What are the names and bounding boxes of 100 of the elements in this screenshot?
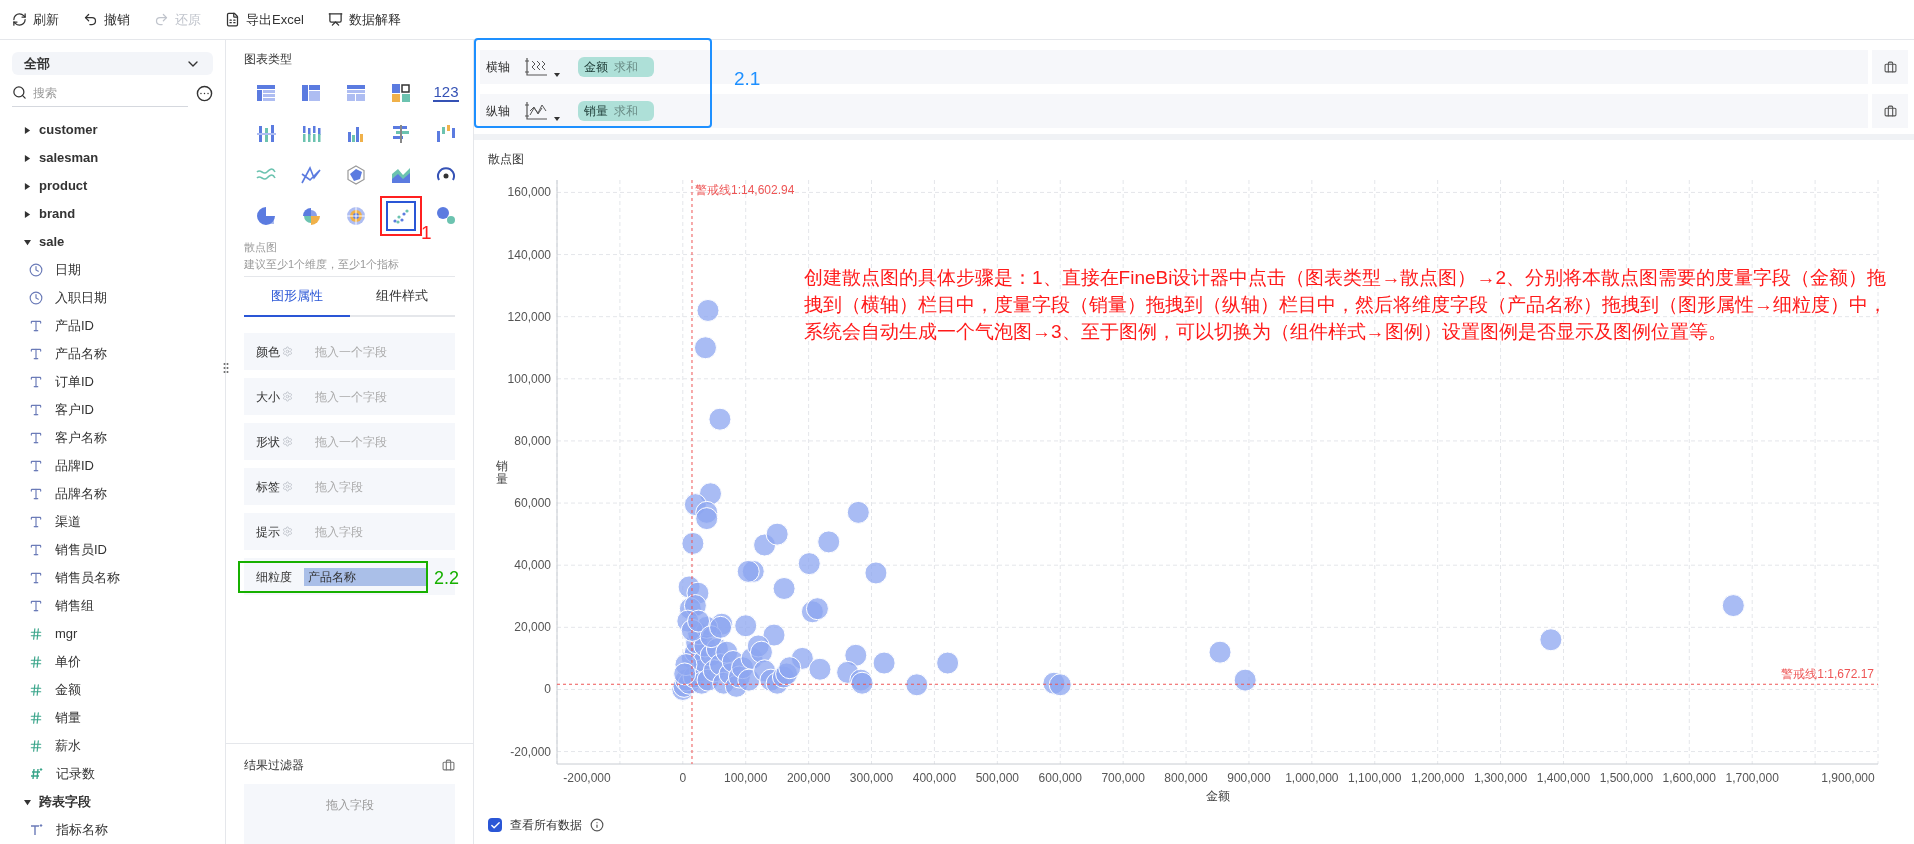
field-chip[interactable]: 销量 求和 — [578, 101, 654, 121]
x-tick-label: 1,900,000 — [1821, 771, 1875, 785]
caret-icon[interactable] — [554, 73, 560, 77]
chart-type-button[interactable] — [380, 195, 422, 236]
field-item[interactable]: 产品ID — [0, 312, 225, 340]
property-drop-zone[interactable]: 大小 拖入一个字段 — [244, 378, 455, 415]
drop-placeholder: 拖入一个字段 — [315, 343, 387, 361]
horizontal-axis-icon[interactable] — [524, 57, 550, 77]
scope-dropdown[interactable]: 全部 — [12, 52, 213, 75]
data-point — [681, 531, 705, 555]
table-tree-item[interactable]: salesman — [0, 144, 225, 172]
briefcase-icon — [1883, 60, 1897, 74]
panel-title: 图表类型 — [244, 51, 293, 68]
field-item[interactable]: 指标名称 — [0, 816, 225, 844]
axis-label: 横轴 — [486, 59, 511, 76]
aggregation: 求和 — [614, 59, 638, 76]
toolbar-button[interactable]: 刷新 — [12, 9, 59, 30]
field-item[interactable]: 记录数 — [0, 760, 225, 788]
drop-placeholder: 拖入字段 — [315, 523, 363, 541]
x-tick-label: 700,000 — [1101, 771, 1145, 785]
x-tick-label: 0 — [679, 771, 687, 785]
info-icon[interactable] — [590, 818, 604, 832]
more-icon[interactable] — [196, 84, 213, 102]
field-item[interactable]: 薪水 — [0, 732, 225, 760]
field-item[interactable]: 客户名称 — [0, 424, 225, 452]
step-number: 2.2 — [434, 568, 460, 588]
table-tree-item[interactable]: product — [0, 172, 225, 200]
table-tree-item[interactable]: brand — [0, 200, 225, 228]
data-point — [1233, 668, 1257, 692]
field-chip[interactable]: 金额 求和 — [578, 57, 654, 77]
axis-drop-row[interactable]: 纵轴 销量 求和 — [480, 94, 1868, 128]
table-tree-item[interactable]: 跨表字段 — [0, 788, 225, 816]
resize-handle-icon[interactable] — [223, 362, 229, 374]
data-point — [808, 657, 832, 681]
data-point — [778, 656, 802, 680]
caret-icon — [24, 154, 31, 162]
axis-settings-button[interactable] — [1872, 50, 1908, 84]
property-drop-zone[interactable]: 形状 拖入一个字段 — [244, 423, 455, 460]
field-item[interactable]: 渠道 — [0, 508, 225, 536]
y-tick-label: 20,000 — [514, 620, 551, 635]
x-tick-label: 1,700,000 — [1725, 771, 1779, 785]
field-item[interactable]: 销售员ID — [0, 536, 225, 564]
property-drop-zone[interactable]: 颜色 拖入一个字段 — [244, 333, 455, 370]
chart-type-button[interactable]: 123 — [431, 77, 461, 108]
calculated-number-icon — [29, 767, 44, 781]
property-tab[interactable]: 图形属性 — [244, 277, 350, 317]
caret-icon — [24, 182, 31, 190]
data-point — [772, 577, 796, 600]
field-item[interactable]: 入职日期 — [0, 284, 225, 312]
radar-icon — [345, 163, 367, 186]
blocks-icon — [390, 81, 412, 104]
field-item[interactable]: 产品名称 — [0, 340, 225, 368]
toolbar-button[interactable]: 撤销 — [83, 9, 130, 30]
field-item[interactable]: 日期 — [0, 256, 225, 284]
x-tick-label: 600,000 — [1038, 771, 1082, 785]
field-item[interactable]: 品牌ID — [0, 452, 225, 480]
field-item[interactable]: 销售员名称 — [0, 564, 225, 592]
redo-icon — [154, 12, 169, 27]
search-field[interactable]: 搜索 — [12, 79, 188, 107]
checkbox[interactable] — [488, 818, 502, 832]
property-drop-zone[interactable]: 提示 拖入字段 — [244, 513, 455, 550]
field-item[interactable]: 金额 — [0, 676, 225, 704]
field-item[interactable]: mgr — [0, 620, 225, 648]
field-item[interactable]: 品牌名称 — [0, 480, 225, 508]
data-point — [708, 407, 732, 431]
briefcase-icon[interactable] — [442, 758, 455, 772]
toolbar-button[interactable]: 数据解释 — [327, 9, 401, 30]
x-tick-label: -200,000 — [563, 771, 611, 785]
search-input[interactable]: 搜索 — [33, 83, 153, 102]
caret-icon — [24, 238, 31, 246]
number-type-icon — [29, 683, 43, 697]
reference-line-label: 警戒线1:14,602.94 — [695, 183, 795, 197]
caret-icon[interactable] — [554, 117, 560, 121]
filter-title: 结果过滤器 — [244, 757, 304, 774]
field-item[interactable]: 订单ID — [0, 368, 225, 396]
axis-label: 纵轴 — [486, 103, 511, 120]
toolbar-button[interactable]: 导出Excel — [225, 9, 304, 30]
field-item[interactable]: 客户ID — [0, 396, 225, 424]
field-chip[interactable]: 产品名称 — [304, 567, 428, 586]
data-point — [693, 336, 717, 360]
calculated-text-icon — [29, 823, 44, 837]
text-type-icon — [29, 571, 43, 585]
data-point — [1539, 628, 1563, 652]
field-item[interactable]: 销量 — [0, 704, 225, 732]
property-tab[interactable]: 组件样式 — [349, 277, 455, 317]
property-label: 标签 — [256, 478, 280, 496]
x-tick-label: 400,000 — [912, 771, 957, 785]
data-point — [695, 507, 719, 531]
table-tree-item[interactable]: customer — [0, 116, 225, 144]
x-tick-label: 900,000 — [1227, 771, 1271, 785]
field-item[interactable]: 单价 — [0, 648, 225, 676]
number-type-icon — [29, 711, 43, 725]
field-item[interactable]: 销售组 — [0, 592, 225, 620]
y-tick-label: -20,000 — [510, 744, 551, 759]
vertical-axis-icon[interactable] — [524, 101, 550, 121]
axis-settings-button[interactable] — [1872, 94, 1908, 128]
table-tree-item[interactable]: sale — [0, 228, 225, 256]
property-drop-zone[interactable]: 标签 拖入字段 — [244, 468, 455, 505]
data-point — [1208, 640, 1232, 664]
axis-drop-row[interactable]: 2.1 横轴 金额 求和 — [480, 50, 1868, 84]
